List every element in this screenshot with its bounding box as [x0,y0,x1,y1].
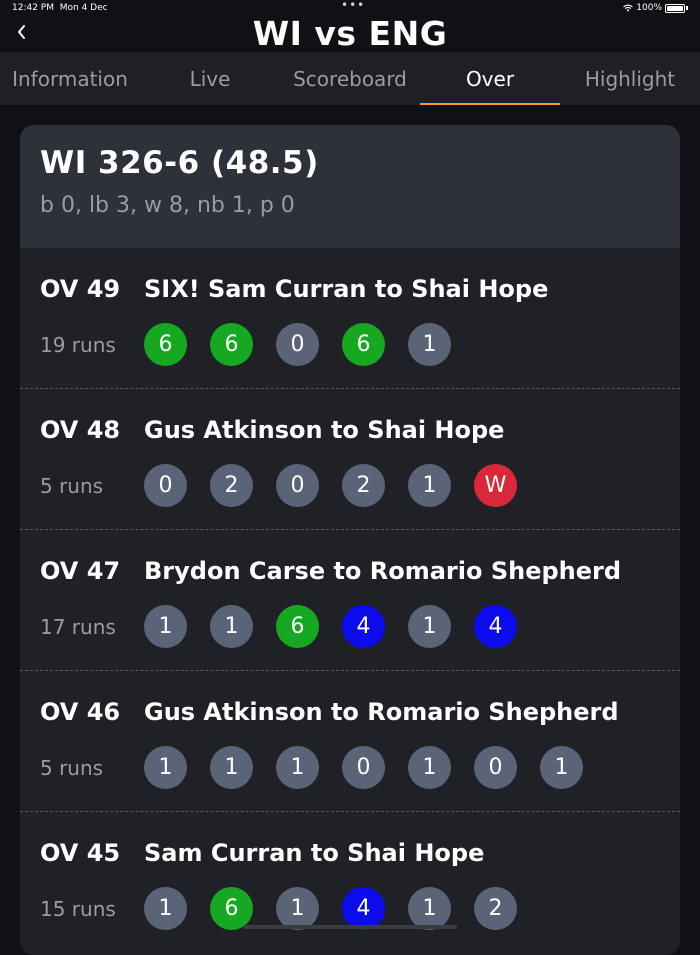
innings-summary: WI 326-6 (48.5) b 0, lb 3, w 8, nb 1, p … [20,125,680,248]
over-row[interactable]: OV 49 SIX! Sam Curran to Shai Hope 19 ru… [20,248,680,389]
over-description: Sam Curran to Shai Hope [144,839,484,867]
over-header: OV 48 Gus Atkinson to Shai Hope [40,415,660,445]
ball-result: 1 [276,887,319,930]
ball-list: 02021W [144,464,517,507]
ball-result: 1 [144,605,187,648]
over-detail: 15 runs 161412 [40,887,660,930]
ball-result: 1 [144,887,187,930]
overs-list: OV 49 SIX! Sam Curran to Shai Hope 19 ru… [20,248,680,953]
over-number: OV 49 [40,275,144,303]
ball-list: 116414 [144,605,517,648]
innings-extras: b 0, lb 3, w 8, nb 1, p 0 [40,193,660,218]
ball-result: 1 [210,605,253,648]
tab-scoreboard[interactable]: Scoreboard [280,52,420,105]
ball-result: 1 [144,746,187,789]
ball-result: 2 [342,464,385,507]
ball-result: 4 [474,605,517,648]
over-header: OV 46 Gus Atkinson to Romario Shepherd [40,697,660,727]
over-number: OV 48 [40,416,144,444]
over-number: OV 45 [40,839,144,867]
tab-over[interactable]: Over [420,52,560,105]
page-title: WI vs ENG [0,14,700,53]
tab-bar: Information Live Scoreboard Over Highlig… [0,52,700,105]
over-header: OV 45 Sam Curran to Shai Hope [40,838,660,868]
ball-list: 161412 [144,887,517,930]
tab-highlight[interactable]: Highlight [560,52,700,105]
over-detail: 17 runs 116414 [40,605,660,648]
over-description: Gus Atkinson to Shai Hope [144,416,504,444]
ball-result: 2 [474,887,517,930]
ball-result: 1 [408,887,451,930]
ball-list: 66061 [144,323,451,366]
over-number: OV 47 [40,557,144,585]
ball-result: 4 [342,887,385,930]
ball-result: W [474,464,517,507]
ball-result: 1 [408,323,451,366]
status-time: 12:42 PM Mon 4 Dec [12,3,108,13]
over-row[interactable]: OV 46 Gus Atkinson to Romario Shepherd 5… [20,671,680,812]
ball-result: 1 [408,464,451,507]
over-description: Brydon Carse to Romario Shepherd [144,557,621,585]
ball-result: 6 [276,605,319,648]
over-detail: 5 runs 1110101 [40,746,660,789]
innings-score: WI 326-6 (48.5) [40,145,660,181]
over-description: SIX! Sam Curran to Shai Hope [144,275,548,303]
tab-information[interactable]: Information [0,52,140,105]
ball-result: 6 [210,323,253,366]
ball-result: 0 [276,464,319,507]
home-indicator[interactable] [243,925,457,929]
over-runs: 5 runs [40,474,144,498]
multitask-dots-icon[interactable]: ••• [341,0,365,12]
over-description: Gus Atkinson to Romario Shepherd [144,698,619,726]
over-header: OV 49 SIX! Sam Curran to Shai Hope [40,274,660,304]
ball-result: 2 [210,464,253,507]
over-runs: 5 runs [40,756,144,780]
over-row[interactable]: OV 45 Sam Curran to Shai Hope 15 runs 16… [20,812,680,953]
status-right: 100% [623,3,688,13]
over-row[interactable]: OV 47 Brydon Carse to Romario Shepherd 1… [20,530,680,671]
over-detail: 19 runs 66061 [40,323,660,366]
tab-live[interactable]: Live [140,52,280,105]
ball-result: 1 [540,746,583,789]
ball-list: 1110101 [144,746,583,789]
over-runs: 19 runs [40,333,144,357]
ball-result: 0 [276,323,319,366]
overs-card: WI 326-6 (48.5) b 0, lb 3, w 8, nb 1, p … [20,125,680,955]
ball-result: 6 [210,887,253,930]
battery-icon [665,4,685,13]
over-header: OV 47 Brydon Carse to Romario Shepherd [40,556,660,586]
ball-result: 1 [276,746,319,789]
over-runs: 17 runs [40,615,144,639]
ball-result: 0 [474,746,517,789]
ball-result: 6 [144,323,187,366]
over-row[interactable]: OV 48 Gus Atkinson to Shai Hope 5 runs 0… [20,389,680,530]
ball-result: 1 [408,746,451,789]
ball-result: 1 [210,746,253,789]
wifi-icon [623,4,633,12]
over-runs: 15 runs [40,897,144,921]
ball-result: 0 [144,464,187,507]
battery-tip [686,6,688,10]
over-detail: 5 runs 02021W [40,464,660,507]
ball-result: 1 [408,605,451,648]
ball-result: 6 [342,323,385,366]
ball-result: 0 [342,746,385,789]
over-number: OV 46 [40,698,144,726]
battery-percent: 100% [636,3,662,13]
header: WI vs ENG [0,14,700,52]
ball-result: 4 [342,605,385,648]
